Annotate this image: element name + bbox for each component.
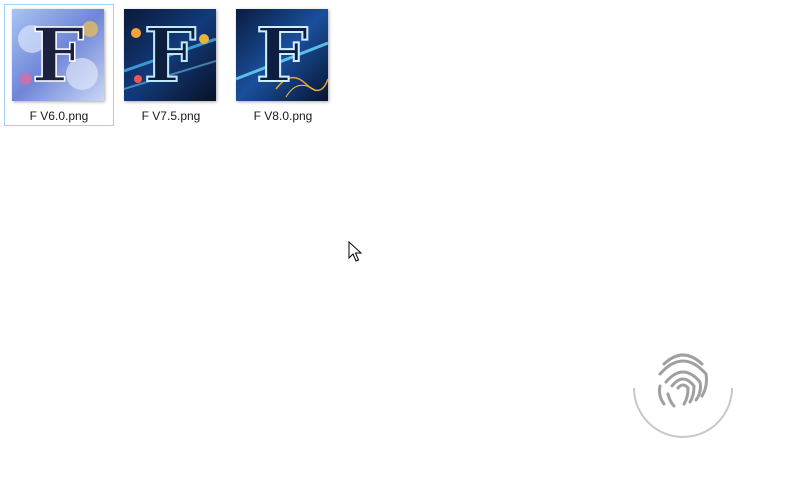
svg-text:F: F: [256, 13, 309, 99]
image-thumbnail-icon: F: [124, 9, 216, 101]
fingerprint-icon[interactable]: [628, 342, 738, 438]
svg-text:F: F: [32, 13, 85, 99]
mouse-pointer-icon: [348, 240, 363, 263]
file-name: F V6.0.png: [29, 109, 89, 123]
image-thumbnail-icon: F: [12, 9, 104, 101]
file-item-f-v8[interactable]: F F V8.0.png: [228, 4, 338, 126]
image-thumbnail-icon: F: [236, 9, 328, 101]
file-name: F V8.0.png: [253, 109, 313, 123]
svg-text:F: F: [144, 13, 197, 99]
desktop-file-view[interactable]: F F V6.0.png F F V7.5.png F F V8.0.png: [0, 0, 800, 480]
file-item-f-v6[interactable]: F F V6.0.png: [4, 4, 114, 126]
file-item-f-v7-5[interactable]: F F V7.5.png: [116, 4, 226, 126]
file-name: F V7.5.png: [141, 109, 201, 123]
